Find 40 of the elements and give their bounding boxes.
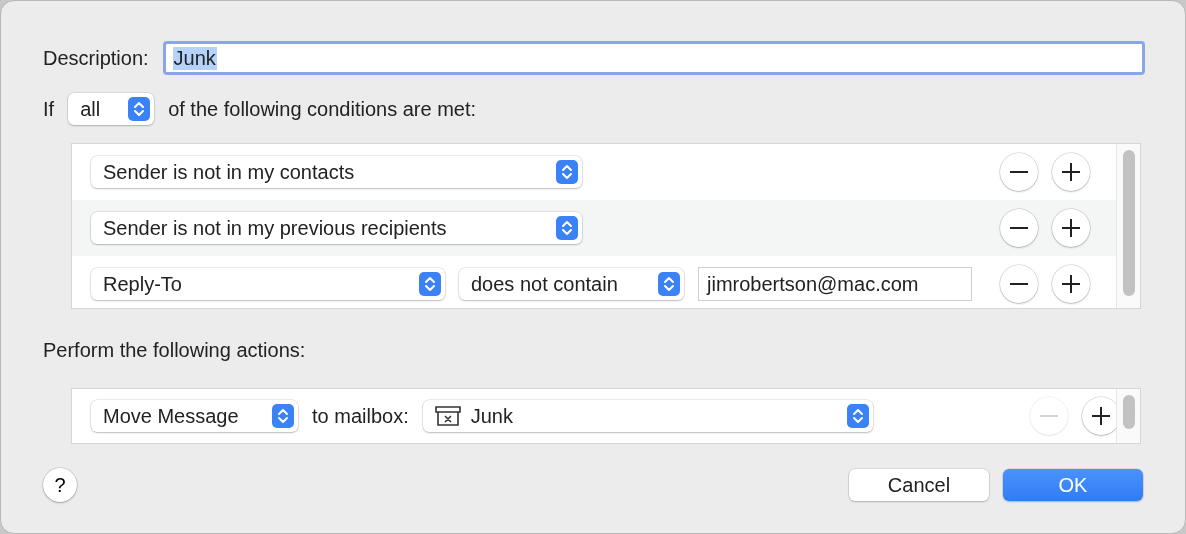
value-field[interactable]: jimrobertson@mac.com (698, 267, 972, 301)
description-field[interactable]: Junk (162, 41, 1145, 75)
help-button[interactable]: ? (43, 468, 77, 502)
popup-arrows-icon (658, 272, 680, 296)
if-label: If (43, 97, 55, 121)
add-button[interactable] (1052, 209, 1090, 247)
minus-icon (1010, 283, 1028, 285)
popup-arrows-icon (556, 216, 578, 240)
junk-box-icon (434, 406, 461, 426)
field-popup[interactable]: Reply-To (91, 268, 445, 300)
mailbox-popup[interactable]: Junk (422, 400, 873, 432)
popup-arrows-icon (128, 97, 151, 121)
scrollbar[interactable] (1116, 389, 1140, 443)
remove-button[interactable] (1000, 209, 1038, 247)
condition-popup[interactable]: Sender is not in my previous recipients (91, 212, 582, 244)
remove-button[interactable] (1000, 153, 1038, 191)
minus-icon (1010, 227, 1028, 229)
scrollbar[interactable] (1116, 144, 1140, 308)
mailbox-label: to mailbox: (312, 404, 409, 428)
conditions-label: of the following conditions are met: (168, 97, 477, 121)
plus-icon (1062, 163, 1080, 181)
popup-arrows-icon (846, 404, 869, 428)
cancel-button[interactable]: Cancel (849, 469, 989, 501)
plus-icon (1062, 219, 1080, 237)
action-popup[interactable]: Move Message (91, 400, 298, 432)
plus-icon (1062, 275, 1080, 293)
popup-arrows-icon (272, 404, 294, 428)
description-label: Description: (43, 46, 149, 70)
plus-icon (1092, 407, 1110, 425)
minus-icon (1040, 415, 1058, 417)
operator-popup[interactable]: does not contain (459, 268, 684, 300)
minus-icon (1010, 171, 1028, 173)
add-button[interactable] (1052, 265, 1090, 303)
match-popup[interactable]: all (68, 93, 155, 125)
condition-popup[interactable]: Sender is not in my contacts (91, 156, 582, 188)
remove-button[interactable] (1000, 265, 1038, 303)
popup-arrows-icon (419, 272, 441, 296)
actions-label: Perform the following actions: (43, 339, 307, 362)
popup-arrows-icon (556, 160, 578, 184)
add-button[interactable] (1052, 153, 1090, 191)
